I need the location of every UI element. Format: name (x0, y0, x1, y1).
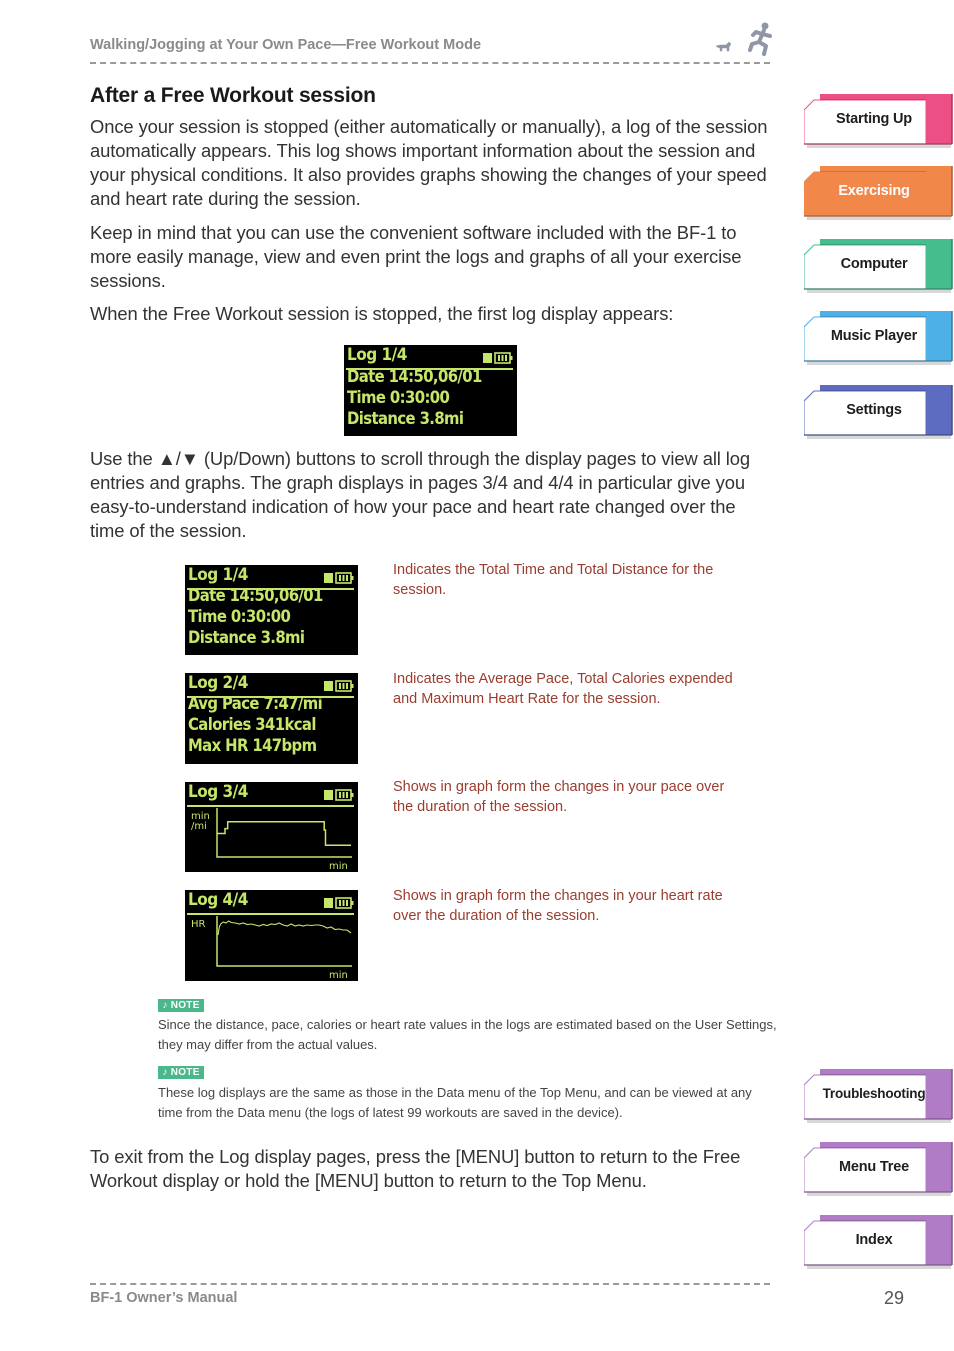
page-number: 29 (884, 1288, 905, 1308)
lcd-row: Distance 3.8mi (347, 409, 464, 428)
scroll-paragraph: Use the ▲/▼ (Up/Down) buttons to scroll … (90, 448, 751, 541)
lcd-row: Distance 3.8mi (188, 628, 305, 647)
runner-with-dog-icon (715, 22, 772, 56)
tab-label: Menu Tree (839, 1159, 909, 1175)
intro-paragraph: Once your session is stopped (either aut… (90, 116, 768, 209)
log-page-3-caption: Shows in graph form the changes in your … (393, 779, 725, 815)
battery-icon (324, 789, 354, 801)
tab-label: Exercising (838, 183, 910, 199)
lcd-row: Time 0:30:00 (188, 607, 291, 626)
section-title: After a Free Workout session (90, 84, 376, 107)
tab-exercising[interactable]: Exercising (804, 166, 953, 220)
hr-y-label: HR (191, 919, 206, 930)
hr-x-label: min (329, 970, 348, 981)
tab-index[interactable]: Index (804, 1215, 953, 1269)
tab-menu-tree[interactable]: Menu Tree (804, 1142, 953, 1196)
running-header-title: Walking/Jogging at Your Own Pace—Free Wo… (90, 37, 482, 53)
battery-icon (483, 352, 513, 364)
tab-label: Troubleshooting (822, 1086, 926, 1101)
log-page-2-display: Log 2/4 Avg Pace 7:47/mi Calories 341kca… (185, 673, 358, 764)
note-text: These log displays are the same as those… (158, 1085, 752, 1120)
battery-icon (324, 572, 354, 584)
tab-music-player[interactable]: Music Player (804, 311, 953, 365)
lcd-row: Max HR 147bpm (188, 736, 317, 755)
tab-settings[interactable]: Settings (804, 385, 953, 439)
lcd-row: Time 0:30:00 (347, 388, 450, 407)
footer-divider (90, 1283, 770, 1285)
lcd-title: Log 3/4 (188, 782, 248, 802)
tab-starting-up[interactable]: Starting Up (804, 94, 953, 148)
pace-line (217, 820, 351, 846)
tab-label: Music Player (830, 328, 918, 344)
software-paragraph: Keep in mind that you can use the conven… (90, 222, 742, 291)
pace-y-label-per: /mi (191, 821, 207, 832)
pace-graph: min /mi min (191, 808, 352, 872)
lcd-title: Log 1/4 (347, 345, 407, 365)
battery-icon (324, 680, 354, 692)
log-page-1-caption: Indicates the Total Time and Total Dista… (393, 562, 714, 598)
tab-label: Settings (846, 402, 902, 418)
tab-label: Computer (840, 256, 908, 272)
note-text: Since the distance, pace, calories or he… (158, 1017, 777, 1052)
lcd-row: Date 14:50,06/01 (188, 586, 323, 605)
hr-graph: HR min (191, 916, 352, 981)
hr-line (217, 920, 352, 936)
log-page-2-caption: Indicates the Average Pace, Total Calori… (393, 671, 733, 707)
lcd-title: Log 2/4 (188, 673, 248, 693)
pace-axes (216, 808, 352, 858)
lcd-row: Date 14:50,06/01 (347, 367, 482, 386)
note-badge: ♪ NOTE (158, 1066, 204, 1079)
lcd-row: Avg Pace 7:47/mi (188, 694, 323, 713)
footer-manual-title: BF-1 Owner’s Manual (90, 1290, 238, 1306)
tab-label: Index (855, 1232, 893, 1248)
first-log-paragraph: When the Free Workout session is stopped… (90, 303, 674, 324)
tab-troubleshooting[interactable]: Troubleshooting (804, 1069, 953, 1123)
lcd-title: Log 4/4 (188, 890, 248, 910)
first-log-display: Log 1/4 Date 14:50,06/01 Time 0:30:00 Di… (344, 345, 517, 436)
exit-paragraph: To exit from the Log display pages, pres… (90, 1146, 741, 1191)
lcd-row: Calories 341kcal (188, 715, 316, 734)
header-divider (90, 62, 770, 64)
pace-x-label: min (329, 861, 348, 872)
lcd-title: Log 1/4 (188, 565, 248, 585)
log-page-4-display: Log 4/4 HR min (185, 890, 358, 981)
log-page-1-display: Log 1/4 Date 14:50,06/01 Time 0:30:00 Di… (185, 565, 358, 655)
log-page-4-caption: Shows in graph form the changes in your … (393, 888, 723, 924)
tab-computer[interactable]: Computer (804, 239, 953, 293)
note-badge: ♪ NOTE (158, 999, 204, 1012)
log-page-3-display: Log 3/4 min /mi min (185, 782, 358, 872)
tab-label: Starting Up (836, 111, 912, 127)
battery-icon (324, 897, 354, 909)
